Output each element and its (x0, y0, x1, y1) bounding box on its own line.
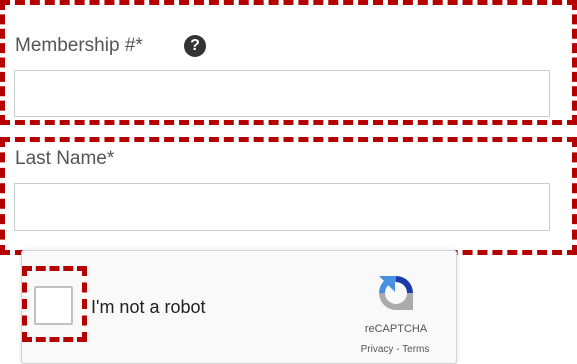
privacy-link[interactable]: Privacy (361, 344, 394, 355)
terms-link[interactable]: Terms (402, 344, 429, 355)
membership-label: Membership #* (15, 35, 143, 56)
recaptcha-links: Privacy - Terms (338, 344, 452, 355)
recaptcha-brand-text: reCAPTCHA (364, 323, 428, 335)
last-name-label: Last Name* (15, 148, 115, 169)
links-separator: - (393, 344, 403, 355)
membership-number-input[interactable] (14, 70, 550, 117)
help-icon[interactable]: ? (184, 35, 206, 57)
not-a-robot-label: I'm not a robot (91, 297, 206, 317)
last-name-input[interactable] (14, 183, 550, 231)
recaptcha-logo-icon (379, 276, 413, 310)
checkbox-highlight (22, 266, 87, 342)
